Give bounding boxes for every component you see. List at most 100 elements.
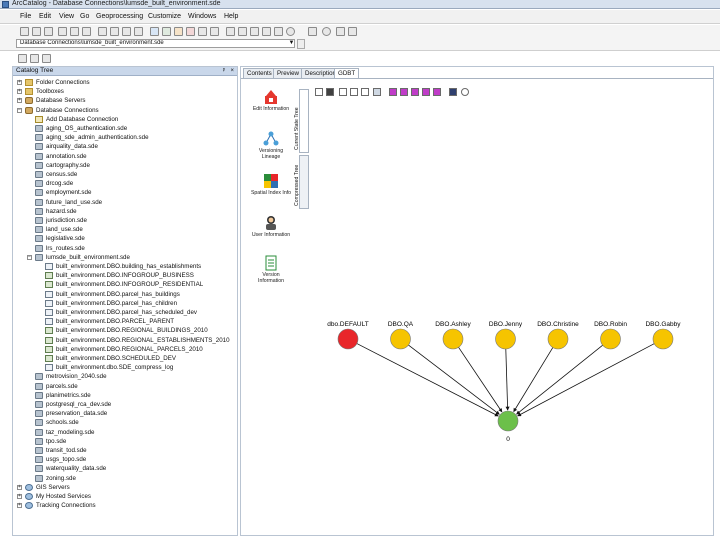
graph-fit-icon[interactable] <box>422 88 430 96</box>
expand-icon[interactable]: + <box>17 89 22 95</box>
vtab-compressed-tree[interactable]: Compressed Tree <box>294 155 309 209</box>
refresh-icon[interactable] <box>30 54 39 63</box>
version-node-label: DBO.QA <box>388 321 414 328</box>
version-node[interactable] <box>442 328 464 350</box>
spatial-index-info-tool[interactable]: Spatial Index Info <box>249 173 293 196</box>
copy-icon[interactable] <box>58 27 67 36</box>
zoom-out-icon[interactable] <box>238 27 247 36</box>
python-window-icon[interactable] <box>198 27 207 36</box>
identify-icon[interactable] <box>274 27 283 36</box>
menu-windows[interactable]: Windows <box>188 13 216 21</box>
catalog-tree-item-label: Database Connections <box>36 106 99 114</box>
expand-icon[interactable]: + <box>17 503 22 509</box>
content-area: Contents Preview Description GDBT Edit Info… <box>240 66 714 536</box>
version-node[interactable] <box>652 328 674 350</box>
pan-icon[interactable] <box>250 27 259 36</box>
standard-toolbar: Database Connections\lumsde_built_enviro… <box>0 25 720 51</box>
sde-icon <box>35 180 43 188</box>
collapse-icon[interactable]: − <box>17 107 22 113</box>
expand-icon[interactable]: + <box>17 494 22 499</box>
version-node[interactable] <box>547 328 569 350</box>
arctoolbox-icon[interactable] <box>186 27 195 36</box>
menu-geoprocessing[interactable]: Geoprocessing <box>96 13 143 21</box>
toolbar-options-icon[interactable] <box>348 27 357 36</box>
disconnect-folder-icon[interactable] <box>44 27 53 36</box>
user-information-tool[interactable]: User Information <box>249 215 293 238</box>
tab-preview[interactable]: Preview <box>273 68 304 78</box>
menu-go[interactable]: Go <box>80 13 89 21</box>
versioning-lineage-tool[interactable]: Versioning Lineage <box>249 131 293 160</box>
large-icons-icon[interactable] <box>98 27 107 36</box>
search-window-icon[interactable] <box>174 27 183 36</box>
new-item-icon[interactable] <box>18 54 27 63</box>
pin-icon[interactable]: ᵖ <box>223 67 225 75</box>
version-node-label: DBO.Robin <box>594 321 627 328</box>
full-extent-icon[interactable] <box>262 27 271 36</box>
version-node[interactable] <box>390 328 411 350</box>
graph-zoom-in-icon[interactable] <box>400 88 408 96</box>
graph-select-icon[interactable] <box>389 88 397 96</box>
catalog-tree-item-label: land_use.sde <box>46 226 83 234</box>
sde-icon <box>35 125 43 132</box>
menu-customize[interactable]: Customize <box>148 13 181 21</box>
expand-icon[interactable]: + <box>17 484 22 490</box>
connect-folder-icon[interactable] <box>32 27 41 36</box>
catalog-tree-item-label: built_environment.DBO.INFOGROUP_BUSINESS <box>56 272 194 280</box>
version-node[interactable] <box>495 328 516 350</box>
graph-export-icon[interactable] <box>449 88 457 96</box>
vtab-current-state-tree[interactable]: Current State Tree <box>294 89 309 153</box>
graph-save-icon[interactable] <box>326 88 334 96</box>
sde-icon <box>35 161 43 169</box>
collapse-icon[interactable]: − <box>27 254 32 260</box>
graph-copy-icon[interactable] <box>361 88 369 96</box>
graph-zoom-out-icon[interactable] <box>411 88 419 96</box>
graph-new-icon[interactable] <box>315 88 323 96</box>
model-builder-icon[interactable] <box>210 27 219 36</box>
graph-rotate-icon[interactable] <box>461 88 469 96</box>
version-node[interactable] <box>600 328 621 350</box>
details-icon[interactable] <box>122 27 131 36</box>
edit-information-tool[interactable]: Edit Information <box>249 89 293 112</box>
thumbnails-icon[interactable] <box>134 27 143 36</box>
catalog-tree-item-label: cartography.sde <box>46 161 90 169</box>
graph-print-icon[interactable] <box>350 88 358 96</box>
sde-icon <box>35 428 43 436</box>
delete-icon[interactable] <box>82 27 91 36</box>
create-thumbnail-icon[interactable] <box>308 27 317 36</box>
sde-icon <box>35 134 43 142</box>
version-edge <box>356 343 499 417</box>
list-icon[interactable] <box>110 27 119 36</box>
version-node[interactable] <box>337 328 359 350</box>
expand-icon[interactable]: + <box>17 80 22 85</box>
paste-icon[interactable] <box>70 27 79 36</box>
location-dropdown-icon[interactable]: ▼ <box>288 40 295 47</box>
menu-view[interactable]: View <box>59 13 74 21</box>
catalog-tree-item-label: built_environment.DBO.parcel_has_childre… <box>56 299 178 307</box>
info-icon[interactable] <box>322 27 331 36</box>
expand-icon[interactable]: + <box>17 98 22 104</box>
up-one-level-icon[interactable] <box>20 27 29 36</box>
catalog-window-icon[interactable] <box>162 27 171 36</box>
sde-icon <box>35 391 43 399</box>
launch-arcmap-icon[interactable] <box>150 27 159 36</box>
metadata-icon[interactable] <box>336 27 345 36</box>
root-state-node[interactable] <box>497 410 519 432</box>
tab-contents[interactable]: Contents <box>243 68 276 78</box>
graph-refresh-icon[interactable] <box>339 88 347 96</box>
menu-help[interactable]: Help <box>224 13 238 21</box>
close-icon[interactable]: × <box>230 67 234 75</box>
properties-icon[interactable] <box>42 54 51 63</box>
vtab-compressed-tree-label: Compressed Tree <box>294 164 300 206</box>
globe-icon[interactable] <box>286 27 295 36</box>
graph-pan-icon[interactable] <box>433 88 441 96</box>
menu-file[interactable]: File <box>20 13 31 21</box>
version-information-tool[interactable]: Version Information <box>249 255 293 284</box>
location-go-icon[interactable] <box>297 39 305 49</box>
graph-layout-icon[interactable] <box>373 88 381 96</box>
menu-edit[interactable]: Edit <box>39 13 51 21</box>
zoom-in-icon[interactable] <box>226 27 235 36</box>
vtab-current-state-tree-label: Current State Tree <box>294 107 300 150</box>
version-info-icon <box>265 255 277 271</box>
catalog-tree-item-label: airquality_data.sde <box>46 143 98 151</box>
location-input[interactable]: Database Connections\lumsde_built_enviro… <box>16 39 295 48</box>
